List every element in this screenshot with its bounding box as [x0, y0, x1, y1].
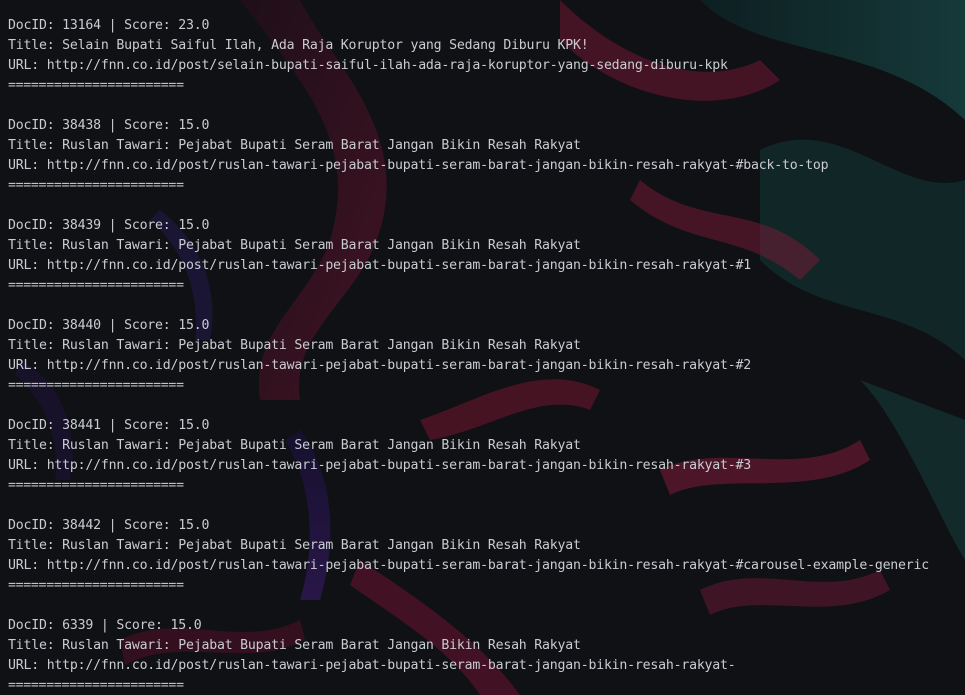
result-header: DocID: 38442 | Score: 15.0	[8, 518, 210, 533]
result-title: Title: Ruslan Tawari: Pejabat Bupati Ser…	[8, 438, 581, 453]
result-title: Title: Ruslan Tawari: Pejabat Bupati Ser…	[8, 138, 581, 153]
result-header: DocID: 6339 | Score: 15.0	[8, 618, 202, 633]
result-separator: =======================	[8, 578, 184, 593]
result-header: DocID: 38440 | Score: 15.0	[8, 318, 210, 333]
result-url: URL: http://fnn.co.id/post/ruslan-tawari…	[8, 658, 736, 673]
result-separator: =======================	[8, 178, 184, 193]
result-block: DocID: 6339 | Score: 15.0 Title: Ruslan …	[8, 616, 965, 695]
result-url: URL: http://fnn.co.id/post/ruslan-tawari…	[8, 158, 829, 173]
result-url: URL: http://fnn.co.id/post/selain-bupati…	[8, 58, 728, 73]
result-block: DocID: 38442 | Score: 15.0 Title: Ruslan…	[8, 516, 965, 616]
result-url: URL: http://fnn.co.id/post/ruslan-tawari…	[8, 458, 751, 473]
result-block: DocID: 38439 | Score: 15.0 Title: Ruslan…	[8, 216, 965, 316]
result-block: DocID: 38441 | Score: 15.0 Title: Ruslan…	[8, 416, 965, 516]
result-title: Title: Ruslan Tawari: Pejabat Bupati Ser…	[8, 638, 581, 653]
result-url: URL: http://fnn.co.id/post/ruslan-tawari…	[8, 258, 751, 273]
result-url: URL: http://fnn.co.id/post/ruslan-tawari…	[8, 558, 930, 573]
result-title: Title: Ruslan Tawari: Pejabat Bupati Ser…	[8, 538, 581, 553]
result-block: DocID: 38438 | Score: 15.0 Title: Ruslan…	[8, 116, 965, 216]
result-separator: =======================	[8, 378, 184, 393]
result-separator: =======================	[8, 278, 184, 293]
result-separator: =======================	[8, 78, 184, 93]
result-title: Title: Ruslan Tawari: Pejabat Bupati Ser…	[8, 338, 581, 353]
result-header: DocID: 38441 | Score: 15.0	[8, 418, 210, 433]
result-header: DocID: 13164 | Score: 23.0	[8, 18, 210, 33]
result-separator: =======================	[8, 678, 184, 693]
result-block: DocID: 13164 | Score: 23.0 Title: Selain…	[8, 16, 965, 116]
result-header: DocID: 38438 | Score: 15.0	[8, 118, 210, 133]
terminal-output: DocID: 13164 | Score: 23.0 Title: Selain…	[8, 16, 965, 695]
result-separator: =======================	[8, 478, 184, 493]
result-title: Title: Ruslan Tawari: Pejabat Bupati Ser…	[8, 238, 581, 253]
result-title: Title: Selain Bupati Saiful Ilah, Ada Ra…	[8, 38, 589, 53]
result-header: DocID: 38439 | Score: 15.0	[8, 218, 210, 233]
result-url: URL: http://fnn.co.id/post/ruslan-tawari…	[8, 358, 751, 373]
result-block: DocID: 38440 | Score: 15.0 Title: Ruslan…	[8, 316, 965, 416]
